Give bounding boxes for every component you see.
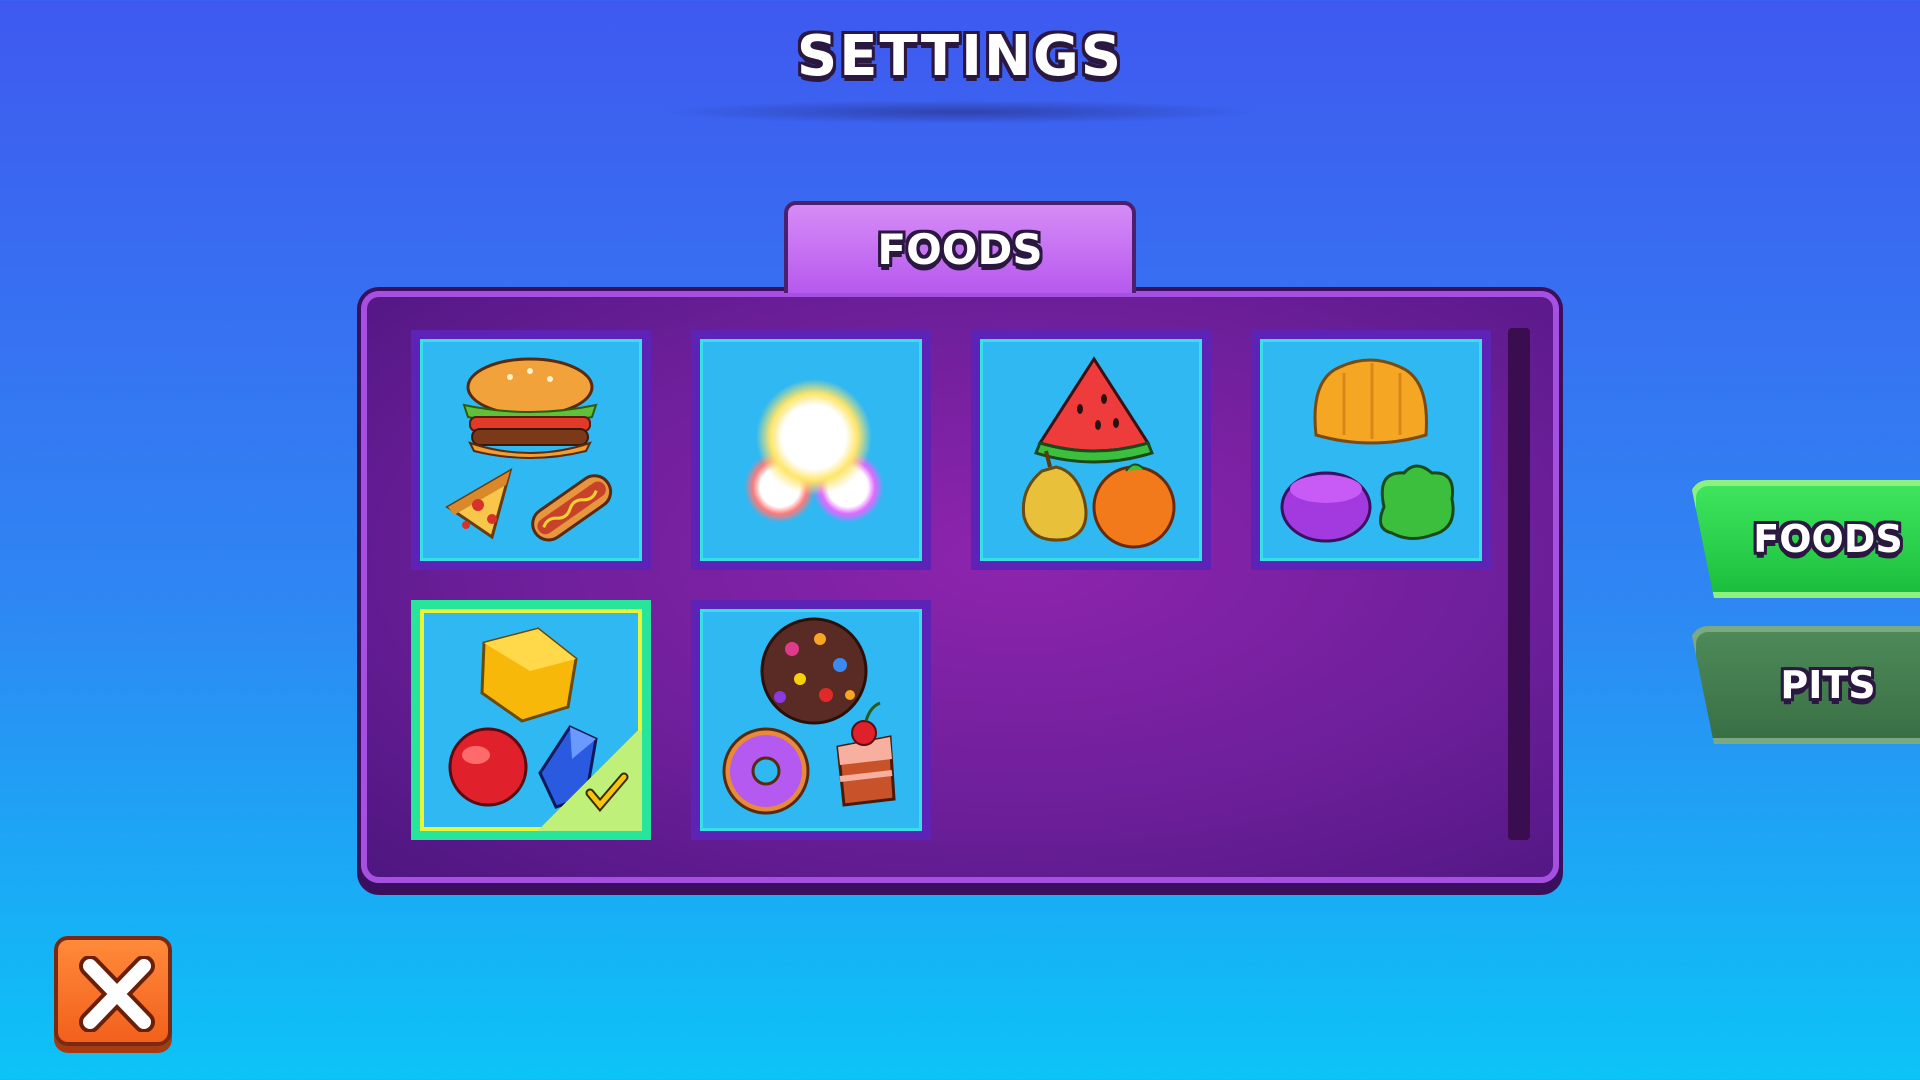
food-tile-gems[interactable]: [411, 600, 651, 840]
jelly-icon: [1280, 358, 1455, 543]
burger-pizza-hotdog-icon: [445, 357, 613, 542]
side-button-pits[interactable]: PITS: [1690, 626, 1920, 744]
checkmark-icon: [585, 772, 629, 812]
panel-scrollbar[interactable]: [1508, 328, 1530, 840]
food-tile-glow[interactable]: [691, 330, 931, 570]
glowing-orbs-icon: [744, 379, 884, 523]
close-x-icon: [79, 956, 155, 1032]
cookie-donut-cake-icon: [722, 617, 896, 815]
watermelon-pear-orange-icon: [1021, 356, 1176, 549]
food-tile-jelly[interactable]: [1251, 330, 1491, 570]
food-tile-sweets[interactable]: [691, 600, 931, 840]
title-shadow: [660, 100, 1260, 124]
side-button-foods[interactable]: FOODS: [1690, 480, 1920, 598]
food-tile-fruits[interactable]: [971, 330, 1211, 570]
page-title: SETTINGS: [796, 24, 1124, 89]
side-button-foods-label: FOODS: [1753, 517, 1903, 561]
food-tile-fastfood[interactable]: [411, 330, 651, 570]
close-button[interactable]: [54, 936, 172, 1046]
side-button-pits-label: PITS: [1780, 663, 1876, 707]
panel-tab-foods: FOODS: [784, 201, 1136, 293]
